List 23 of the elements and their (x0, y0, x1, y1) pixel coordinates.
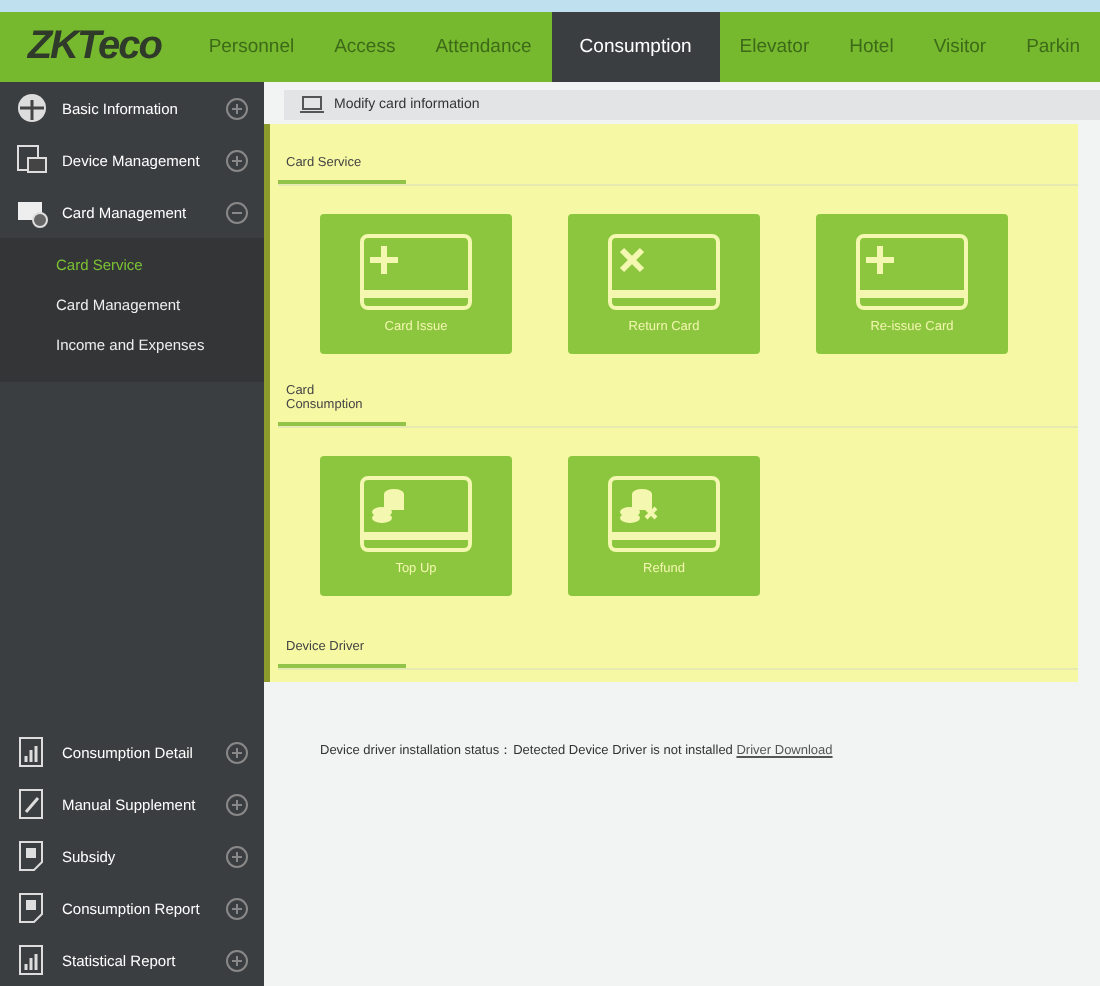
card-icon (16, 196, 48, 228)
collapse-icon[interactable] (226, 201, 248, 223)
document-icon (16, 840, 48, 872)
logo: ZKTeco (25, 22, 164, 72)
nav-tab[interactable]: Consumption (551, 12, 720, 82)
card-coins-cross-icon (608, 476, 720, 552)
chart-document-icon (16, 944, 48, 976)
card-coins-icon (360, 476, 472, 552)
edit-document-icon (16, 788, 48, 820)
expand-icon[interactable] (226, 149, 248, 171)
expand-icon[interactable] (226, 793, 248, 815)
document-icon (16, 892, 48, 924)
card-plus-icon (856, 234, 968, 310)
card-cross-icon (608, 234, 720, 310)
expand-icon[interactable] (226, 897, 248, 919)
card-plus-icon (360, 234, 472, 310)
expand-icon[interactable] (226, 949, 248, 971)
expand-icon[interactable] (226, 97, 248, 119)
expand-icon[interactable] (226, 741, 248, 763)
devices-icon (16, 144, 48, 176)
expand-icon[interactable] (226, 845, 248, 867)
chart-document-icon (16, 736, 48, 768)
laptop-icon (300, 96, 324, 114)
